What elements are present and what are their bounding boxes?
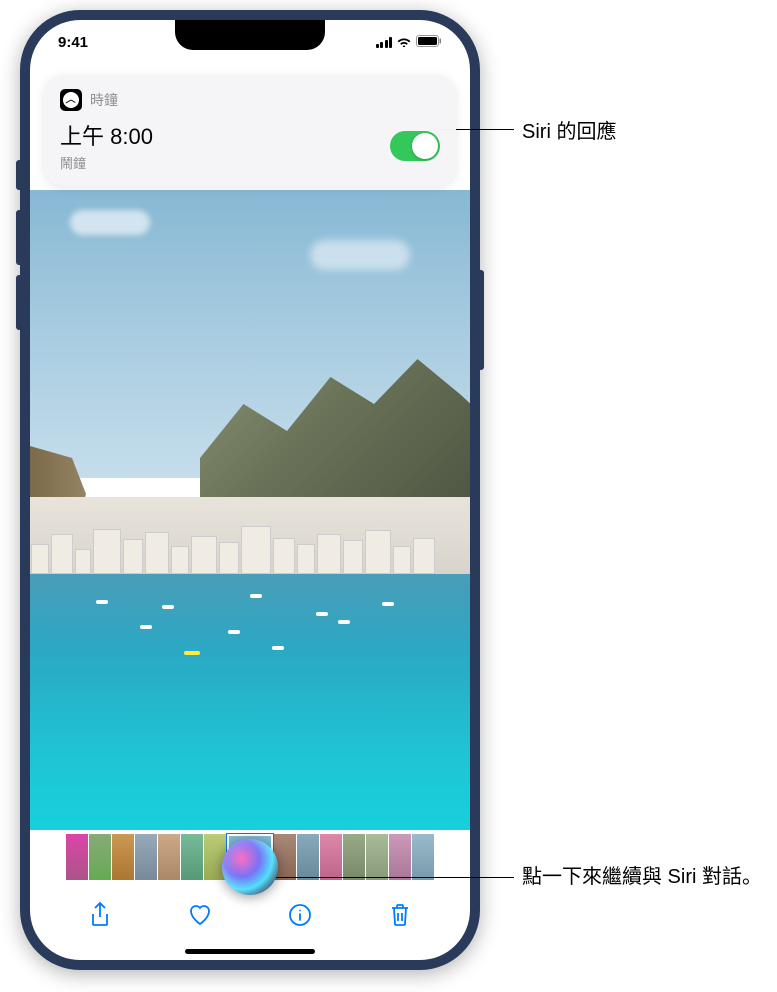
status-right: [376, 34, 443, 51]
notch: [175, 20, 325, 50]
clock-app-icon: [60, 89, 82, 111]
info-button[interactable]: [285, 900, 315, 930]
alarm-label: 鬧鐘: [60, 153, 153, 172]
cellular-signal-icon: [376, 37, 393, 48]
thumbnail[interactable]: [89, 834, 111, 880]
current-photo[interactable]: [30, 190, 470, 830]
favorite-button[interactable]: [185, 900, 215, 930]
alarm-toggle[interactable]: [390, 131, 440, 161]
thumbnail[interactable]: [297, 834, 319, 880]
wifi-icon: [396, 34, 412, 51]
delete-button[interactable]: [385, 900, 415, 930]
thumbnail[interactable]: [158, 834, 180, 880]
home-indicator[interactable]: [185, 949, 315, 954]
thumbnail[interactable]: [112, 834, 134, 880]
volume-down-button: [16, 275, 20, 330]
iphone-device-frame: 9:41: [20, 10, 480, 970]
thumbnail[interactable]: [343, 834, 365, 880]
thumbnail[interactable]: [135, 834, 157, 880]
siri-app-name: 時鐘: [90, 90, 118, 110]
share-button[interactable]: [85, 900, 115, 930]
thumbnail[interactable]: [366, 834, 388, 880]
battery-icon: [416, 34, 442, 51]
siri-card-body: 上午 8:00 鬧鐘: [60, 119, 440, 172]
screen: 9:41: [30, 20, 470, 960]
thumbnail[interactable]: [389, 834, 411, 880]
status-time: 9:41: [58, 34, 88, 51]
thumbnail[interactable]: [66, 834, 88, 880]
thumbnail[interactable]: [181, 834, 203, 880]
thumbnail[interactable]: [412, 834, 434, 880]
callout-siri-orb: 點一下來繼續與 Siri 對話。: [522, 862, 762, 892]
volume-up-button: [16, 210, 20, 265]
alarm-time: 上午 8:00: [60, 119, 153, 151]
callout-siri-response: Siri 的回應: [522, 115, 616, 144]
callout-line: [262, 877, 514, 878]
side-button: [480, 270, 484, 370]
siri-card-header: 時鐘: [60, 89, 440, 111]
mute-switch: [16, 160, 20, 190]
siri-response-card[interactable]: 時鐘 上午 8:00 鬧鐘: [44, 75, 456, 186]
photos-bottom-toolbar: [30, 890, 470, 940]
thumbnail[interactable]: [320, 834, 342, 880]
siri-orb-button[interactable]: [222, 839, 278, 895]
